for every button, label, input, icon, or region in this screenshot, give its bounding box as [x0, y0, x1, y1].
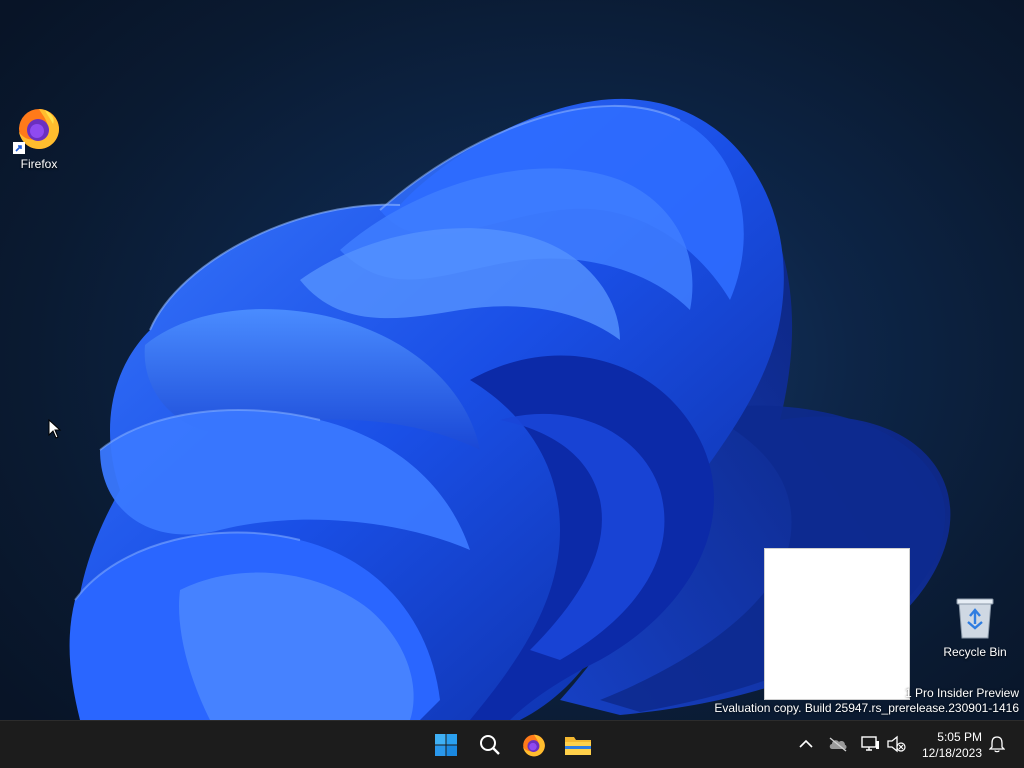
taskbar-file-explorer-button[interactable] [558, 725, 598, 765]
recycle-bin-icon [955, 596, 995, 640]
chevron-up-icon [799, 739, 813, 748]
shortcut-arrow-icon [13, 142, 25, 154]
clock-date: 12/18/2023 [921, 746, 982, 760]
onedrive-tray-button[interactable] [827, 733, 849, 755]
desktop-icon-label: Recycle Bin [943, 645, 1007, 659]
firefox-icon [13, 104, 63, 154]
desktop-icon-label: Firefox [20, 157, 58, 171]
search-icon [480, 735, 500, 755]
taskbar-clock[interactable]: 5:05 PM 12/18/2023 [922, 729, 982, 761]
desktop-icon-firefox[interactable]: Firefox [1, 104, 77, 171]
windows-start-icon [435, 734, 457, 756]
mouse-cursor [48, 419, 62, 439]
volume-tray-button[interactable] [885, 733, 907, 755]
network-icon [861, 736, 879, 751]
clock-time: 5:05 PM [937, 730, 982, 744]
show-hidden-icons-button[interactable] [795, 733, 817, 755]
notifications-button[interactable] [986, 733, 1008, 755]
onedrive-offline-icon [829, 737, 847, 752]
desktop[interactable]: Firefox Recycle Bin 1 Pro Insider Previe… [0, 0, 1024, 720]
taskbar: 5:05 PM 12/18/2023 [0, 720, 1024, 768]
evaluation-watermark: 1 Pro Insider Preview Evaluation copy. B… [714, 686, 1019, 716]
volume-muted-icon [887, 735, 906, 753]
firefox-icon [523, 734, 545, 757]
folder-icon [565, 737, 591, 755]
search-button[interactable] [470, 725, 510, 765]
watermark-line-edition: 1 Pro Insider Preview [904, 686, 1019, 700]
blank-window[interactable] [764, 548, 910, 700]
network-tray-button[interactable] [859, 733, 881, 755]
taskbar-firefox-button[interactable] [514, 725, 554, 765]
desktop-icon-recycle-bin[interactable]: Recycle Bin [937, 596, 1013, 659]
notification-bell-icon [989, 736, 1005, 753]
start-button[interactable] [426, 725, 466, 765]
watermark-line-build: Evaluation copy. Build 25947.rs_prerelea… [714, 701, 1019, 715]
